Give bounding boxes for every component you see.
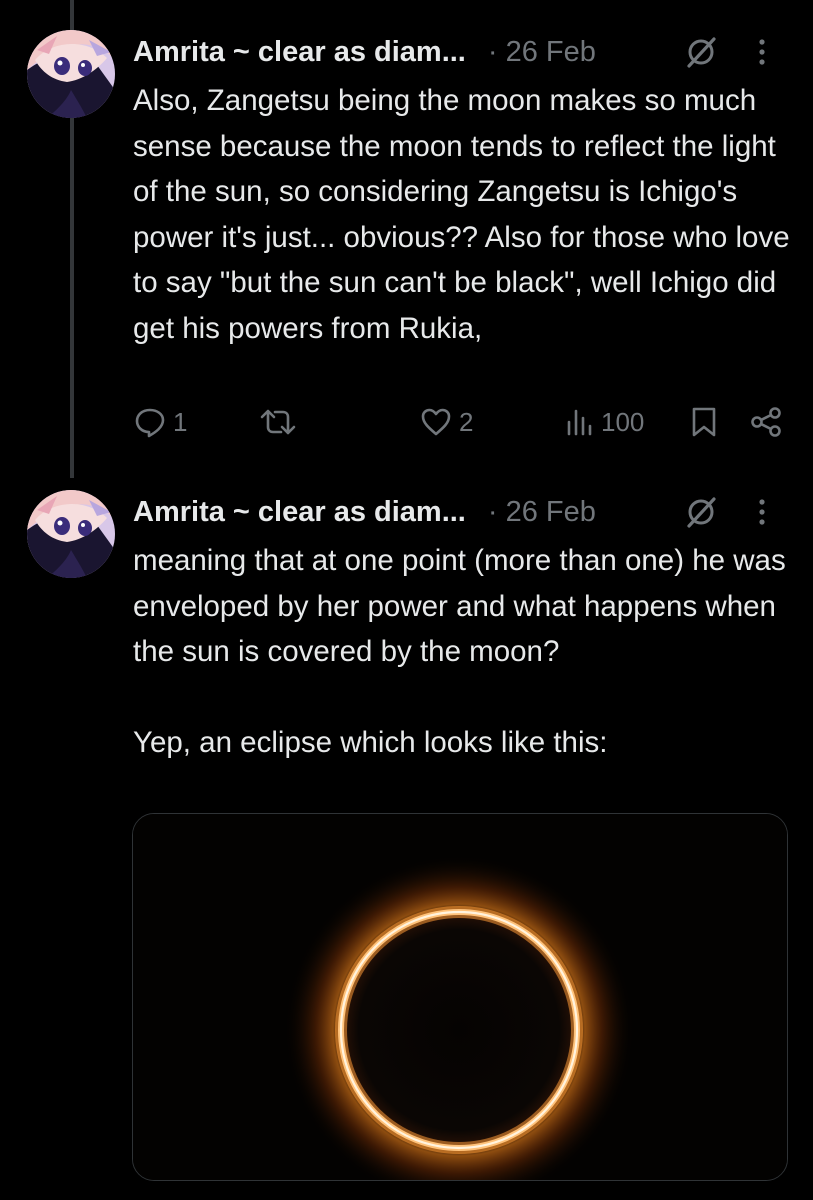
avatar[interactable]: [27, 30, 115, 118]
tweet-date[interactable]: · 26 Feb: [488, 496, 596, 529]
grok-icon[interactable]: [681, 492, 721, 532]
eclipse-image[interactable]: [132, 813, 788, 1181]
tweet-text: Also, Zangetsu being the moon makes so m…: [133, 84, 798, 345]
views-button[interactable]: 100: [565, 402, 644, 442]
reply-icon: [135, 408, 165, 438]
reply-button[interactable]: 1: [133, 402, 187, 442]
tweet-header: Amrita ~ clear as diam... · 26 Feb: [133, 492, 793, 532]
more-icon[interactable]: [753, 494, 771, 530]
more-icon[interactable]: [753, 34, 771, 70]
avatar[interactable]: [27, 490, 115, 578]
reply-count: 1: [173, 406, 188, 437]
tweet-header: Amrita ~ clear as diam... · 26 Feb: [133, 32, 793, 72]
author-name[interactable]: Amrita ~ clear as diam...: [133, 496, 466, 529]
share-button[interactable]: [749, 402, 783, 442]
bookmark-button[interactable]: [689, 402, 719, 442]
retweet-icon: [260, 409, 296, 435]
author-name[interactable]: Amrita ~ clear as diam...: [133, 36, 466, 69]
tweet-text: meaning that at one point (more than one…: [133, 544, 786, 759]
like-icon: [421, 408, 451, 436]
share-icon: [751, 407, 781, 437]
views-icon: [567, 409, 592, 436]
like-button[interactable]: 2: [419, 402, 473, 442]
tweet-date[interactable]: · 26 Feb: [488, 36, 596, 69]
grok-icon[interactable]: [681, 32, 721, 72]
retweet-button[interactable]: [259, 402, 297, 442]
tweet-actions: 1 2 100: [133, 402, 793, 442]
views-count: 100: [601, 406, 645, 437]
like-count: 2: [459, 406, 474, 437]
bookmark-icon: [692, 407, 716, 437]
